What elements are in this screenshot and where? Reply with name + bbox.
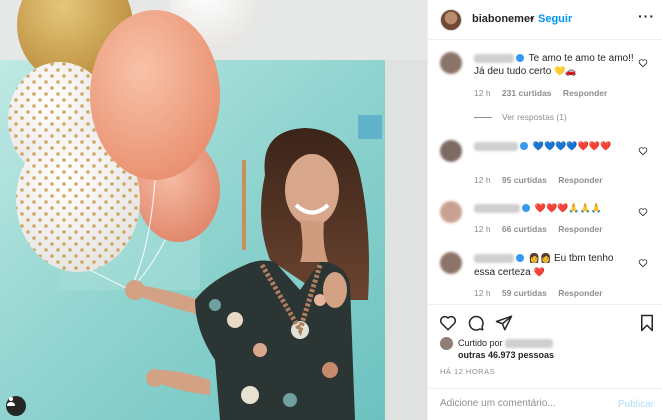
reply-button[interactable]: Responder	[558, 175, 602, 185]
comment-content: 💙💙💙💙❤️❤️❤️	[474, 140, 634, 154]
comment-time: 12 h	[474, 288, 491, 298]
liked-by-username[interactable]	[505, 339, 554, 349]
post-timestamp[interactable]: HÁ 12 HORAS	[440, 367, 495, 376]
post-photo-illustration	[0, 0, 427, 420]
commenter-username[interactable]	[474, 141, 518, 151]
comment-emoji-prefix: 👩👩	[528, 254, 552, 264]
commenter-avatar[interactable]	[440, 252, 462, 274]
post-photo[interactable]	[0, 0, 427, 420]
header-separator: •	[530, 13, 534, 25]
reply-button[interactable]: Responder	[558, 224, 602, 234]
comment-likes[interactable]: 59 curtidas	[502, 288, 547, 298]
author-username[interactable]: biabonemer	[472, 13, 534, 25]
share-icon[interactable]	[495, 314, 513, 332]
more-options-icon[interactable]: ···	[638, 8, 655, 24]
verified-icon	[516, 254, 524, 263]
verified-icon	[520, 142, 528, 151]
add-comment-bar: Adicione um comentário... Publicar	[428, 388, 662, 420]
verified-icon	[522, 204, 530, 213]
commenter-username[interactable]	[474, 203, 520, 213]
author-avatar[interactable]	[440, 9, 462, 31]
comment-emoji: 💙💙💙💙❤️❤️❤️	[532, 142, 612, 152]
comment-likes[interactable]: 231 curtidas	[502, 88, 552, 98]
comment-content: Te amo te amo te amo!! Já deu tudo certo…	[474, 52, 634, 79]
post-side-panel: biabonemer • Seguir ··· Te amo te amo te…	[427, 0, 662, 420]
liker-avatar[interactable]	[440, 337, 453, 350]
comment-likes[interactable]: 95 curtidas	[502, 175, 547, 185]
comments-list: Te amo te amo te amo!! Já deu tudo certo…	[428, 40, 662, 304]
reply-button[interactable]: Responder	[563, 88, 607, 98]
comment-like-heart-icon[interactable]	[638, 258, 648, 268]
comment-content: 👩👩 Eu tbm tenho essa certeza ❤️	[474, 252, 634, 280]
comment-meta: 12 h 95 curtidas Responder	[474, 175, 612, 185]
bookmark-icon[interactable]	[638, 314, 656, 332]
commenter-avatar[interactable]	[440, 140, 462, 162]
commenter-username[interactable]	[474, 53, 514, 63]
view-replies-button[interactable]: Ver respostas (1)	[474, 112, 567, 122]
comment-likes[interactable]: 66 curtidas	[502, 224, 547, 234]
comment-time: 12 h	[474, 88, 491, 98]
commenter-avatar[interactable]	[440, 52, 462, 74]
view-replies-label: Ver respostas (1)	[502, 112, 567, 122]
comment-like-heart-icon[interactable]	[638, 207, 648, 217]
comment-emoji: ❤️❤️❤️🙏🙏🙏	[534, 204, 603, 214]
commenter-avatar[interactable]	[440, 201, 462, 223]
comment-like-heart-icon[interactable]	[638, 146, 648, 156]
publish-button[interactable]: Publicar	[618, 399, 654, 410]
comment-like-heart-icon[interactable]	[638, 58, 648, 68]
post-header: biabonemer • Seguir ···	[428, 0, 662, 40]
user-tag-icon	[7, 397, 15, 406]
verified-icon	[516, 54, 524, 63]
follow-button[interactable]: Seguir	[538, 13, 572, 25]
replies-divider	[474, 116, 492, 118]
liked-by-prefix: Curtido por	[458, 338, 503, 348]
heart-icon[interactable]	[439, 314, 457, 332]
commenter-username[interactable]	[474, 253, 514, 263]
reply-button[interactable]: Responder	[558, 288, 602, 298]
comment-emoji: 💛🚗	[554, 67, 577, 77]
comment-emoji: ❤️	[533, 268, 545, 278]
comment-input[interactable]: Adicione um comentário...	[440, 398, 600, 412]
liked-by-line: Curtido por	[458, 338, 554, 349]
user-tag-button[interactable]	[6, 396, 26, 416]
comment-meta: 12 h 59 curtidas Responder	[474, 288, 612, 298]
comment-time: 12 h	[474, 224, 491, 234]
comment-meta: 12 h 231 curtidas Responder	[474, 88, 616, 98]
comment-time: 12 h	[474, 175, 491, 185]
post-actions-bar	[428, 304, 662, 338]
comment-meta: 12 h 66 curtidas Responder	[474, 224, 612, 234]
comment-content: ❤️❤️❤️🙏🙏🙏	[474, 202, 634, 216]
liked-by-others[interactable]: outras 46.973 pessoas	[458, 350, 554, 360]
comment-icon[interactable]	[467, 314, 485, 332]
